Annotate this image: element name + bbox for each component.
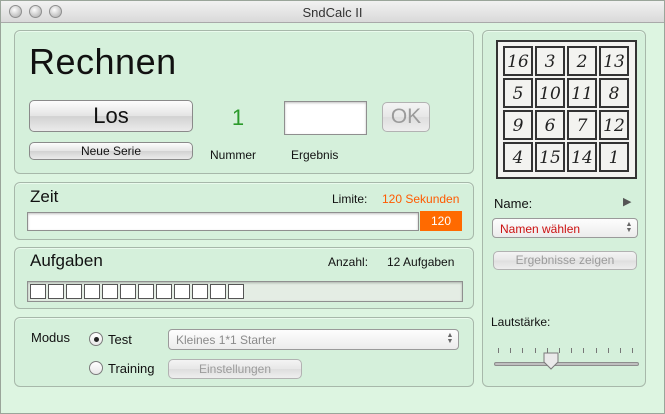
volume-slider-thumb[interactable] (543, 352, 559, 370)
test-set-select[interactable]: Kleines 1*1 Starter ▲ ▼ (168, 329, 459, 350)
magic-square-image: 16 3 2 13 5 10 11 8 9 6 7 12 4 15 14 1 (496, 40, 637, 179)
task-box (48, 284, 64, 299)
name-label: Name: (494, 196, 533, 211)
limite-label: Limite: (332, 192, 368, 206)
magic-square-cell: 6 (535, 110, 565, 140)
name-select-value: Namen wählen (500, 222, 581, 236)
magic-square-cell: 3 (535, 46, 565, 76)
volume-tick (595, 348, 597, 353)
magic-square-cell: 13 (599, 46, 629, 76)
task-box (30, 284, 46, 299)
time-remaining: 120 (420, 211, 462, 231)
volume-tick (583, 348, 585, 353)
ok-button[interactable]: OK (382, 102, 430, 132)
magic-square-cell: 14 (567, 142, 597, 172)
magic-square-cell: 12 (599, 110, 629, 140)
ergebnisse-zeigen-button[interactable]: Ergebnisse zeigen (493, 251, 637, 270)
volume-tick (559, 348, 560, 353)
app-window: SndCalc II Rechnen Los Neue Serie 1 Numm… (0, 0, 665, 414)
volume-tick (632, 348, 634, 353)
nummer-value: 1 (231, 105, 245, 130)
volume-tick (534, 348, 536, 353)
magic-square-cell: 4 (503, 142, 533, 172)
task-box (120, 284, 136, 299)
magic-square-cell: 5 (503, 78, 533, 108)
rechnen-heading: Rechnen (29, 41, 177, 82)
training-radio[interactable] (89, 361, 103, 375)
select-stepper-icon: ▲ ▼ (625, 221, 633, 234)
nummer-label: Nummer (210, 148, 257, 162)
volume-tick (571, 348, 573, 353)
title-bar: SndCalc II (1, 1, 664, 23)
time-progress-bar (27, 212, 419, 231)
los-button[interactable]: Los (29, 100, 193, 132)
zeit-heading: Zeit (30, 187, 59, 206)
test-label: Test (108, 332, 132, 347)
neue-serie-button[interactable]: Neue Serie (29, 142, 193, 160)
training-label: Training (108, 361, 155, 376)
test-set-value: Kleines 1*1 Starter (176, 333, 277, 347)
task-box (174, 284, 190, 299)
magic-square-cell: 9 (503, 110, 533, 140)
einstellungen-button[interactable]: Einstellungen (168, 359, 302, 379)
task-box (210, 284, 226, 299)
task-progress-track (27, 281, 463, 302)
task-box (228, 284, 244, 299)
volume-slider[interactable] (494, 346, 639, 372)
magic-square-cell: 2 (567, 46, 597, 76)
volume-tick (620, 348, 621, 353)
task-box (192, 284, 208, 299)
volume-tick (498, 348, 499, 353)
magic-square-cell: 7 (567, 110, 597, 140)
volume-tick (607, 348, 609, 353)
anzahl-label: Anzahl: (328, 255, 369, 269)
window-title: SndCalc II (302, 5, 363, 20)
ergebnis-input[interactable] (284, 101, 367, 135)
aufgaben-heading: Aufgaben (30, 251, 103, 270)
ergebnis-label: Ergebnis (291, 148, 339, 162)
task-box (102, 284, 118, 299)
magic-square-cell: 11 (567, 78, 597, 108)
volume-tick (522, 348, 524, 353)
task-box (138, 284, 154, 299)
name-select[interactable]: Namen wählen ▲ ▼ (492, 218, 638, 238)
lautstaerke-label: Lautstärke: (491, 315, 551, 329)
volume-slider-track (494, 362, 639, 366)
magic-square-grid: 16 3 2 13 5 10 11 8 9 6 7 12 4 15 14 1 (502, 46, 632, 174)
magic-square-cell: 1 (599, 142, 629, 172)
zeit-panel (14, 182, 474, 240)
volume-tick (546, 348, 548, 353)
volume-tick (510, 348, 512, 353)
test-radio[interactable] (89, 332, 103, 346)
magic-square-cell: 15 (535, 142, 565, 172)
anzahl-value: 12 Aufgaben (387, 255, 455, 269)
magic-square-cell: 10 (535, 78, 565, 108)
task-box (156, 284, 172, 299)
modus-label: Modus (31, 330, 71, 345)
radio-selected-dot (94, 337, 99, 342)
magic-square-cell: 8 (599, 78, 629, 108)
task-box (84, 284, 100, 299)
magic-square-cell: 16 (503, 46, 533, 76)
select-stepper-icon: ▲ ▼ (446, 332, 454, 345)
limite-value: 120 Sekunden (382, 192, 460, 206)
task-box (66, 284, 82, 299)
name-disclosure-icon[interactable]: ▶ (623, 195, 631, 208)
